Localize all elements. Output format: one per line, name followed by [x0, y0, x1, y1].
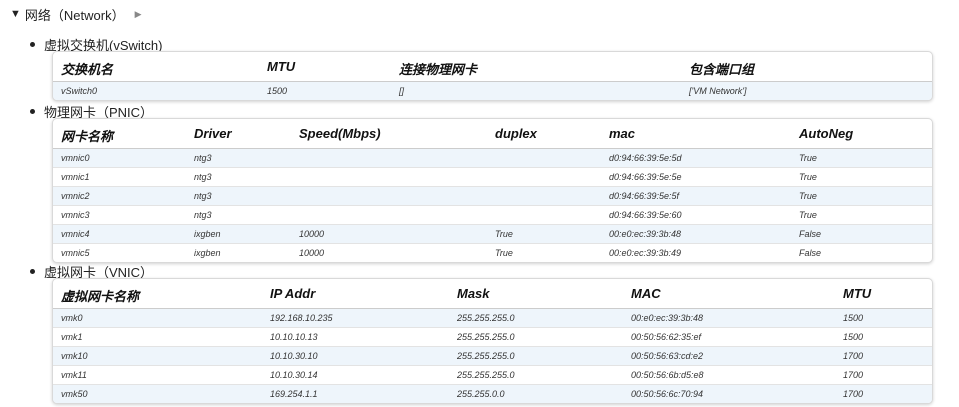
table-cell: True — [799, 210, 817, 220]
table-cell: 169.254.1.1 — [270, 389, 318, 399]
bullet-icon — [30, 269, 35, 274]
table-row: vmnic4 ixgben 10000 True 00:e0:ec:39:3b:48 Fa… — [53, 225, 932, 244]
table-cell: vSwitch0 — [61, 86, 98, 96]
table-row: vSwitch0 1500 [] ['VM Network'] — [53, 82, 932, 100]
table-cell: ixgben — [194, 248, 221, 258]
table-cell: vmnic0 — [61, 153, 90, 163]
table-header: 虚拟网卡名称 IP Addr Mask MAC MTU — [53, 279, 932, 309]
column-header: MTU — [843, 286, 872, 301]
table-cell: ntg3 — [194, 210, 212, 220]
column-header: MAC — [631, 286, 661, 301]
table-cell: 1700 — [843, 351, 864, 361]
table-cell: d0:94:66:39:5e:60 — [609, 210, 682, 220]
column-header: AutoNeg — [799, 126, 854, 141]
column-header: MTU — [267, 59, 296, 74]
table-cell: 192.168.10.235 — [270, 313, 333, 323]
table-cell: vmk50 — [61, 389, 88, 399]
table-row: vmnic5 ixgben 10000 True 00:e0:ec:39:3b:49 Fa… — [53, 244, 932, 262]
column-header: Mask — [457, 286, 490, 301]
table-header: 网卡名称 Driver Speed(Mbps) duplex mac AutoNeg — [53, 119, 932, 149]
table-cell: ntg3 — [194, 172, 212, 182]
table-cell: 255.255.255.0 — [457, 351, 515, 361]
pnic-table: 网卡名称 Driver Speed(Mbps) duplex mac AutoNeg vm… — [52, 118, 933, 263]
table-cell: [] — [399, 86, 405, 96]
vswitch-table: 交换机名 MTU 连接物理网卡 包含端口组 vSwitch0 1500 [] ['VM Ne… — [52, 51, 933, 101]
table-cell: vmk10 — [61, 351, 88, 361]
table-row: vmnic3 ntg3 d0:94:66:39:5e:60 True — [53, 206, 932, 225]
table-cell: 255.255.0.0 — [457, 389, 505, 399]
table-cell: vmk1 — [61, 332, 83, 342]
table-row: vmnic2 ntg3 d0:94:66:39:5e:5f True — [53, 187, 932, 206]
table-cell: 1700 — [843, 389, 864, 399]
table-row: vmk10 10.10.30.10 255.255.255.0 00:50:56:63… — [53, 347, 932, 366]
column-header: 包含端口组 — [689, 62, 755, 77]
table-cell: 255.255.255.0 — [457, 332, 515, 342]
column-header: 连接物理网卡 — [399, 62, 478, 77]
column-header: Driver — [194, 126, 232, 141]
table-header: 交换机名 MTU 连接物理网卡 包含端口组 — [53, 52, 932, 82]
table-cell: 1700 — [843, 370, 864, 380]
table-cell: 1500 — [843, 313, 864, 323]
table-cell: 255.255.255.0 — [457, 370, 515, 380]
vnic-table: 虚拟网卡名称 IP Addr Mask MAC MTU vmk0 192.168.10.2… — [52, 278, 933, 404]
table-cell: ixgben — [194, 229, 221, 239]
table-cell: 10.10.30.10 — [270, 351, 318, 361]
table-cell: 10000 — [299, 229, 325, 239]
table-row: vmnic1 ntg3 d0:94:66:39:5e:5e True — [53, 168, 932, 187]
table-cell: True — [799, 153, 817, 163]
table-cell: 00:50:56:6c:70:94 — [631, 389, 704, 399]
bullet-icon — [30, 42, 35, 47]
column-header: Speed(Mbps) — [299, 126, 381, 141]
table-cell: ntg3 — [194, 191, 212, 201]
column-header: duplex — [495, 126, 537, 141]
table-cell: vmnic3 — [61, 210, 90, 220]
table-cell: False — [799, 229, 822, 239]
table-cell: False — [799, 248, 822, 258]
table-cell: d0:94:66:39:5e:5f — [609, 191, 680, 201]
table-row: vmk11 10.10.30.14 255.255.255.0 00:50:56:6b… — [53, 366, 932, 385]
table-row: vmk1 10.10.10.13 255.255.255.0 00:50:56:62:… — [53, 328, 932, 347]
column-header: 虚拟网卡名称 — [61, 289, 140, 304]
table-cell: 00:50:56:62:35:ef — [631, 332, 702, 342]
table-cell: 00:e0:ec:39:3b:49 — [609, 248, 682, 258]
column-header: mac — [609, 126, 636, 141]
column-header: 交换机名 — [61, 62, 114, 77]
table-cell: 255.255.255.0 — [457, 313, 515, 323]
table-cell: 00:50:56:6b:d5:e8 — [631, 370, 704, 380]
bullet-icon — [30, 109, 35, 114]
table-cell: vmk0 — [61, 313, 83, 323]
table-cell: 10.10.10.13 — [270, 332, 318, 342]
table-row: vmk50 169.254.1.1 255.255.0.0 00:50:56:6c:7… — [53, 385, 932, 403]
table-cell: 1500 — [267, 86, 288, 96]
table-cell: 00:50:56:63:cd:e2 — [631, 351, 704, 361]
table-cell: 10.10.30.14 — [270, 370, 318, 380]
table-cell: vmnic5 — [61, 248, 90, 258]
column-header: 网卡名称 — [61, 129, 114, 144]
table-row: vmk0 192.168.10.235 255.255.255.0 00:e0:ec:… — [53, 309, 932, 328]
table-cell: vmnic1 — [61, 172, 90, 182]
table-cell: vmnic4 — [61, 229, 90, 239]
collapse-triangle-icon[interactable]: ▼ — [10, 8, 21, 20]
table-row: vmnic0 ntg3 d0:94:66:39:5e:5d True — [53, 149, 932, 168]
table-cell: vmk11 — [61, 370, 87, 380]
table-cell: ['VM Network'] — [689, 86, 747, 96]
table-cell: True — [799, 172, 817, 182]
table-cell: True — [495, 229, 513, 239]
column-header: IP Addr — [270, 286, 316, 301]
table-cell: 1500 — [843, 332, 864, 342]
play-arrow-icon[interactable]: ▶ — [135, 9, 142, 20]
table-cell: 10000 — [299, 248, 325, 258]
table-cell: ntg3 — [194, 153, 212, 163]
table-cell: True — [495, 248, 513, 258]
network-section-header[interactable]: ▼ 网络（Network） ▶ — [10, 5, 142, 23]
table-cell: True — [799, 191, 817, 201]
table-cell: 00:e0:ec:39:3b:48 — [631, 313, 704, 323]
table-cell: 00:e0:ec:39:3b:48 — [609, 229, 682, 239]
table-cell: d0:94:66:39:5e:5e — [609, 172, 682, 182]
network-title: 网络（Network） — [24, 7, 125, 23]
table-cell: d0:94:66:39:5e:5d — [609, 153, 682, 163]
table-cell: vmnic2 — [61, 191, 90, 201]
